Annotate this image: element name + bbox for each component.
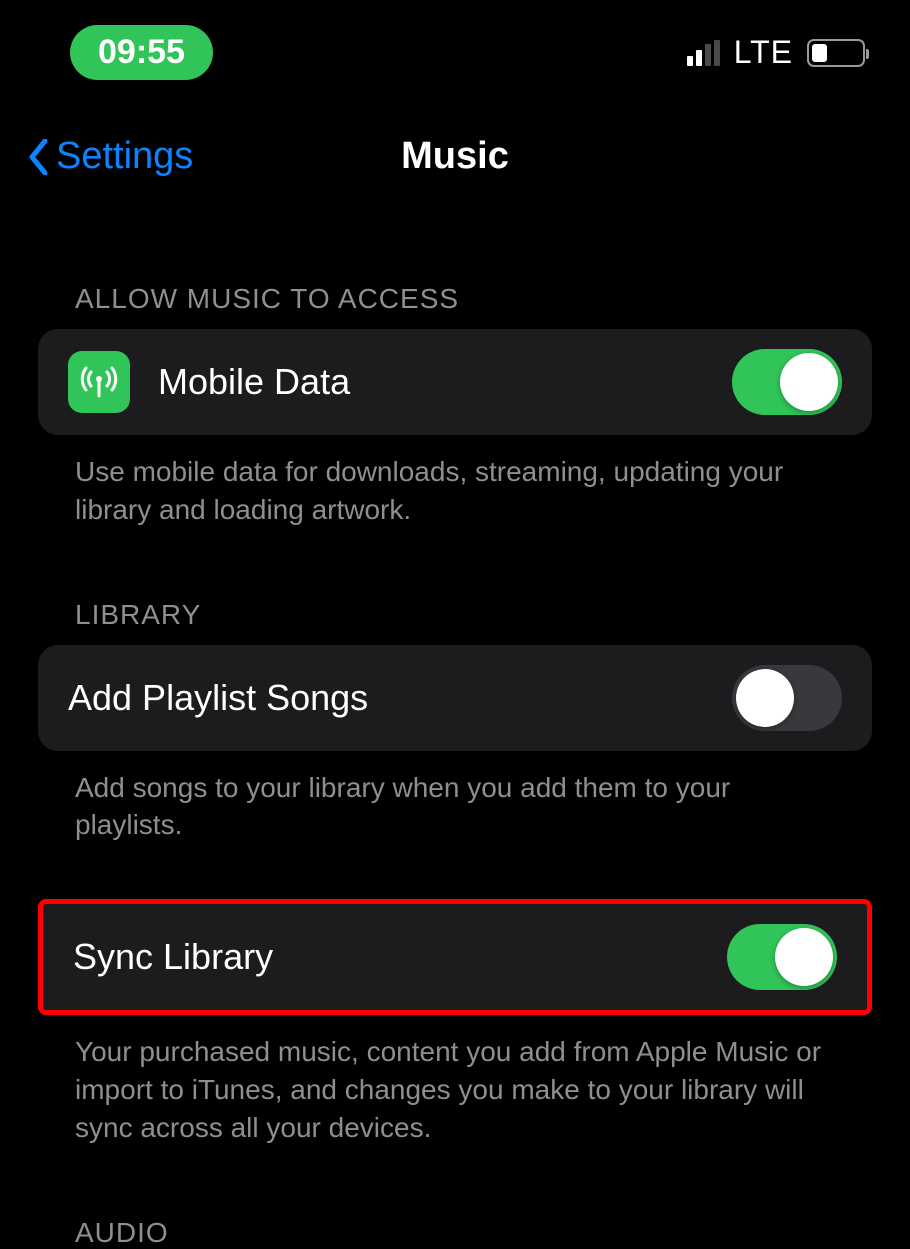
- sync-library-label: Sync Library: [73, 936, 273, 978]
- mobile-data-row[interactable]: Mobile Data: [38, 329, 872, 435]
- back-label: Settings: [56, 135, 193, 178]
- add-playlist-songs-toggle[interactable]: [732, 665, 842, 731]
- add-playlist-songs-label: Add Playlist Songs: [68, 677, 368, 719]
- network-type: LTE: [734, 34, 793, 71]
- sync-library-row[interactable]: Sync Library: [43, 904, 867, 1010]
- mobile-data-icon: [68, 351, 130, 413]
- page-title: Music: [401, 135, 509, 178]
- sync-library-toggle[interactable]: [727, 924, 837, 990]
- section-header-library: LIBRARY: [0, 599, 910, 631]
- section-header-audio: AUDIO: [0, 1217, 910, 1249]
- status-time[interactable]: 09:55: [70, 25, 213, 80]
- status-right: LTE: [687, 34, 865, 71]
- sync-library-footer: Your purchased music, content you add fr…: [0, 1015, 910, 1146]
- status-bar: 09:55 LTE: [0, 0, 910, 95]
- section-header-access: ALLOW MUSIC TO ACCESS: [0, 283, 910, 315]
- navigation-bar: Settings Music: [0, 95, 910, 188]
- mobile-data-footer: Use mobile data for downloads, streaming…: [0, 435, 910, 529]
- back-button[interactable]: Settings: [28, 135, 193, 178]
- cellular-signal-icon: [687, 40, 720, 66]
- mobile-data-label: Mobile Data: [158, 361, 350, 403]
- battery-icon: [807, 39, 865, 67]
- add-playlist-songs-row[interactable]: Add Playlist Songs: [38, 645, 872, 751]
- add-playlist-songs-footer: Add songs to your library when you add t…: [0, 751, 910, 845]
- sync-library-highlight: Sync Library: [38, 899, 872, 1015]
- mobile-data-toggle[interactable]: [732, 349, 842, 415]
- chevron-left-icon: [28, 139, 48, 175]
